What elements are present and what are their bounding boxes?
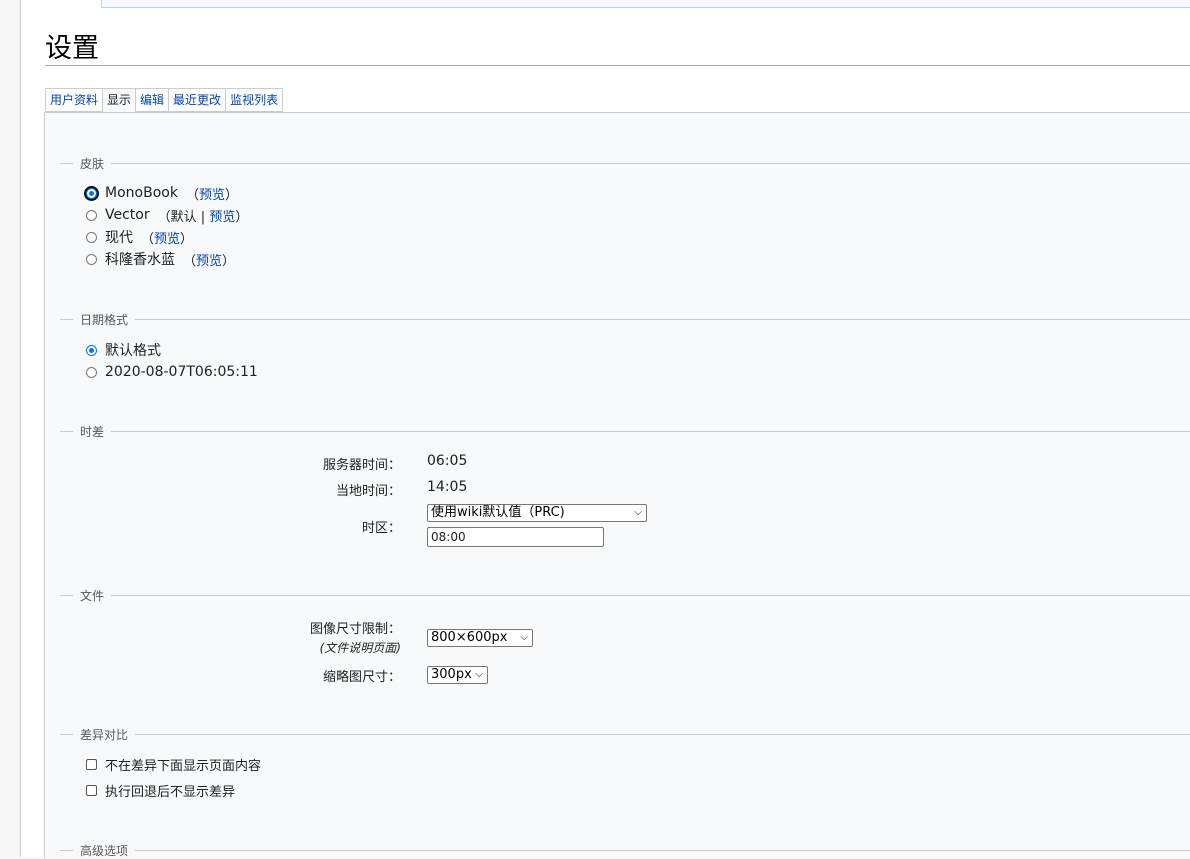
timezone-label: 时区： bbox=[361, 521, 401, 536]
advanced-legend: 高级选项 bbox=[60, 841, 1190, 859]
date-format-legend: 日期格式 bbox=[60, 310, 1190, 328]
chevron-down-icon: ⌵ bbox=[634, 507, 642, 518]
preview-link-vector[interactable]: 预览 bbox=[209, 210, 235, 225]
skin-label-monobook: MonoBook bbox=[105, 185, 178, 201]
left-navigation-panel bbox=[0, 0, 20, 857]
default-note: 默认 bbox=[170, 209, 197, 225]
image-limit-label-text: 图像尺寸限制： bbox=[309, 622, 401, 637]
date-label-default: 默认格式 bbox=[105, 343, 161, 359]
close-paren: ） bbox=[180, 231, 194, 247]
skin-legend-label: 皮肤 bbox=[80, 156, 105, 171]
server-time-value: 06:05 bbox=[427, 453, 468, 469]
preview-link-monobook[interactable]: 预览 bbox=[199, 188, 225, 203]
timezone-select-value: 使用wiki默认值（PRC) bbox=[431, 505, 565, 520]
skin-option-cologne-blue[interactable]: 科隆香水蓝 （预览） bbox=[86, 249, 235, 269]
date-format-legend-label: 日期格式 bbox=[80, 312, 129, 327]
time-offset-legend: 时差 bbox=[60, 422, 1190, 440]
advanced-legend-label: 高级选项 bbox=[80, 843, 129, 858]
radio-modern[interactable] bbox=[86, 231, 97, 243]
close-paren: ） bbox=[224, 187, 238, 203]
tab-user-profile[interactable]: 用户资料 bbox=[45, 88, 103, 112]
date-option-iso[interactable]: 2020-08-07T06:05:11 bbox=[86, 362, 258, 382]
open-paren: （ bbox=[141, 231, 155, 247]
title-divider bbox=[45, 65, 1190, 66]
skin-label-vector: Vector bbox=[105, 207, 150, 223]
diff-option-no-rollback-diff[interactable]: 执行回退后不显示差异 bbox=[86, 780, 235, 800]
open-paren: （ bbox=[157, 209, 171, 225]
close-paren: ） bbox=[235, 209, 249, 225]
files-legend-label: 文件 bbox=[80, 588, 105, 603]
radio-cologne-blue[interactable] bbox=[86, 253, 97, 265]
files-legend: 文件 bbox=[60, 586, 1190, 604]
skin-label-modern: 现代 bbox=[105, 230, 133, 246]
thumbnail-size-value: 300px bbox=[431, 667, 472, 682]
open-paren: （ bbox=[185, 187, 199, 203]
checkbox-no-rollback-diff[interactable] bbox=[86, 784, 97, 796]
date-option-default[interactable]: 默认格式 bbox=[86, 340, 161, 360]
tab-appearance[interactable]: 显示 bbox=[102, 88, 136, 113]
page-title: 设置 bbox=[45, 33, 99, 64]
image-limit-label: 图像尺寸限制： (文件说明页面) bbox=[181, 618, 401, 656]
image-size-limit-select[interactable]: 800×600px ⌵ bbox=[427, 629, 533, 647]
radio-date-iso[interactable] bbox=[86, 366, 97, 378]
time-offset-legend-label: 时差 bbox=[80, 424, 105, 439]
diff-option-no-content[interactable]: 不在差异下面显示页面内容 bbox=[86, 754, 261, 774]
tab-editing[interactable]: 编辑 bbox=[135, 88, 169, 112]
skin-label-cologne-blue: 科隆香水蓝 bbox=[105, 252, 175, 268]
image-size-limit-value: 800×600px bbox=[431, 630, 508, 645]
diff-label-no-content: 不在差异下面显示页面内容 bbox=[105, 758, 262, 774]
preferences-tabs: 用户资料 显示 编辑 最近更改 监视列表 bbox=[45, 88, 284, 113]
thumbnail-size-select[interactable]: 300px ⌵ bbox=[427, 666, 488, 684]
image-limit-sublabel: (文件说明页面) bbox=[319, 641, 401, 655]
open-paren: （ bbox=[183, 253, 197, 269]
local-time-label: 当地时间： bbox=[335, 484, 401, 499]
radio-date-default[interactable] bbox=[86, 344, 97, 356]
tab-recent-changes[interactable]: 最近更改 bbox=[168, 88, 226, 112]
server-time-label: 服务器时间： bbox=[322, 458, 401, 473]
thumbnail-size-label: 缩略图尺寸： bbox=[322, 670, 401, 685]
date-label-iso: 2020-08-07T06:05:11 bbox=[105, 364, 258, 380]
separator: | bbox=[200, 209, 206, 225]
diffs-legend-label: 差异对比 bbox=[80, 727, 129, 742]
diffs-legend: 差异对比 bbox=[60, 725, 1190, 743]
content-area: 设置 用户资料 显示 编辑 最近更改 监视列表 皮肤 MonoBook （预览）… bbox=[20, 0, 1190, 858]
skin-option-modern[interactable]: 现代 （预览） bbox=[86, 227, 193, 247]
diff-label-no-rollback-diff: 执行回退后不显示差异 bbox=[105, 784, 236, 800]
radio-vector[interactable] bbox=[86, 209, 97, 221]
checkbox-diff-no-content[interactable] bbox=[86, 758, 97, 770]
close-paren: ） bbox=[222, 253, 236, 269]
skin-legend: 皮肤 bbox=[60, 154, 1190, 172]
tab-watchlist[interactable]: 监视列表 bbox=[225, 88, 284, 112]
preview-link-modern[interactable]: 预览 bbox=[154, 232, 180, 247]
chevron-down-icon: ⌵ bbox=[520, 632, 528, 643]
timezone-offset-input[interactable]: 08:00 bbox=[427, 527, 604, 547]
site-notice-box bbox=[101, 0, 1190, 8]
preview-link-cologne-blue[interactable]: 预览 bbox=[196, 254, 222, 269]
preferences-panel: 皮肤 MonoBook （预览） Vector （默认 | 预览） 现代 （预览… bbox=[44, 112, 1190, 858]
chevron-down-icon: ⌵ bbox=[475, 669, 483, 680]
skin-option-monobook[interactable]: MonoBook （预览） bbox=[86, 183, 238, 203]
radio-monobook[interactable] bbox=[86, 187, 97, 199]
timezone-select[interactable]: 使用wiki默认值（PRC) ⌵ bbox=[427, 504, 647, 522]
skin-option-vector[interactable]: Vector （默认 | 预览） bbox=[86, 205, 248, 225]
local-time-value: 14:05 bbox=[427, 479, 468, 495]
